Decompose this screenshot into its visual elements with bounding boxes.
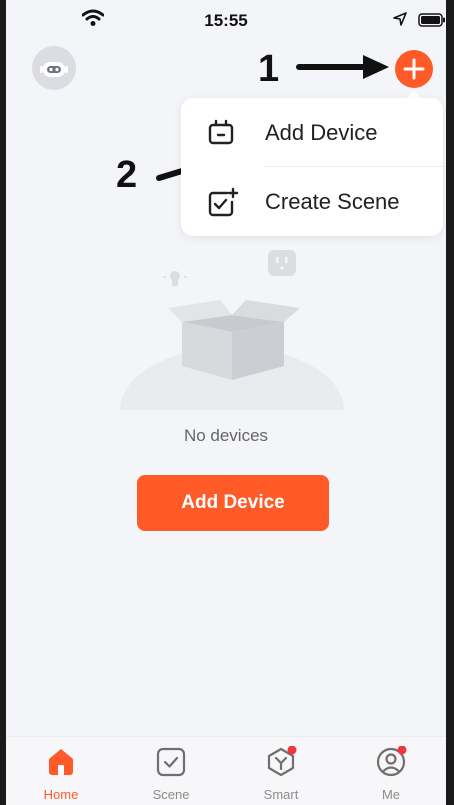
annotation-step-1: 1 [258,48,280,90]
home-icon [49,749,73,775]
scene-icon [156,747,186,777]
status-bar: 15:55 [6,0,446,40]
tab-home[interactable]: Home [6,737,116,805]
location-arrow-icon [393,12,407,26]
status-time: 15:55 [204,11,248,30]
menu-item-label: Add Device [265,120,378,145]
app-screen: 15:55 1 2 Add Device Create Scene No dev… [6,0,446,805]
tab-bar: Home Scene Smart Me [6,736,446,805]
tab-me[interactable]: Me [336,737,446,805]
menu-item-label: Create Scene [265,189,400,214]
tab-label: Scene [152,787,190,802]
annotation-step-2: 2 [116,154,138,196]
smart-icon [267,746,297,777]
robot-avatar-icon [40,62,68,77]
menu-item-create-scene[interactable]: Create Scene [181,167,443,236]
avatar[interactable] [32,46,76,90]
tab-label: Home [43,787,79,802]
plus-icon [403,58,425,80]
battery-icon [418,13,445,27]
create-scene-icon [208,187,239,217]
empty-box-illustration [120,250,344,410]
notification-badge [397,746,407,755]
tab-smart[interactable]: Smart [226,737,336,805]
tab-label: Smart [263,787,299,802]
empty-state-text: No devices [183,426,269,445]
add-device-icon [208,119,234,145]
add-button[interactable] [395,50,433,88]
menu-item-add-device[interactable]: Add Device [181,98,443,167]
add-device-button[interactable]: Add Device [137,475,329,531]
tab-label: Me [381,787,401,802]
tab-scene[interactable]: Scene [116,737,226,805]
me-icon [376,746,407,777]
device-frame-right [446,0,454,805]
add-menu: Add Device Create Scene [181,98,443,236]
